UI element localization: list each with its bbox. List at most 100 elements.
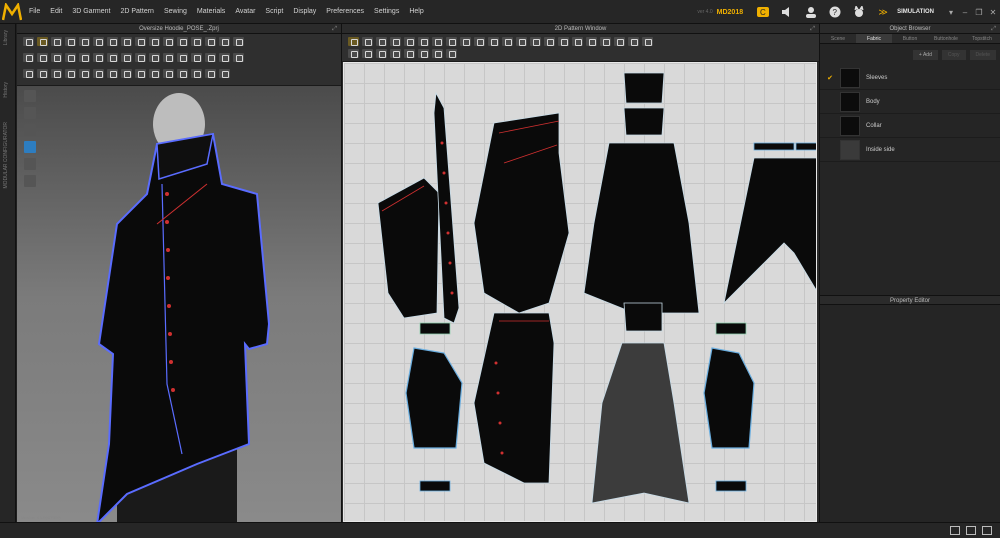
3d-garment-window[interactable]: Oversize Hoodie_POSE_.Zprj ⤢ Version: 4.…	[17, 24, 341, 522]
buttonhole-2d-icon[interactable]	[404, 49, 415, 58]
2d-window-title-bar: 2D Pattern Window ⤢	[342, 24, 819, 34]
expand-icon[interactable]: ⤢	[991, 24, 996, 34]
pattern-list-icon[interactable]	[642, 37, 653, 46]
edit-pattern-icon[interactable]	[362, 37, 373, 46]
simulation-mode-label[interactable]: SIMULATION	[897, 9, 934, 15]
left-tab-strip: Library History MODULAR CONFIGURATOR	[0, 24, 16, 522]
layout-split-icon[interactable]	[966, 526, 976, 535]
svg-text:?: ?	[833, 8, 838, 17]
pattern-piece-collar-band	[623, 107, 665, 136]
rectangle-icon[interactable]	[432, 37, 443, 46]
tab-library[interactable]: Library	[3, 30, 9, 45]
elastic-icon[interactable]	[432, 49, 443, 58]
menu-settings[interactable]: Settings	[369, 0, 404, 24]
internal-circle-icon[interactable]	[488, 37, 499, 46]
polygon-icon[interactable]	[418, 37, 429, 46]
fabric-list: ✔ Sleeves Body Collar Inside side	[820, 66, 1000, 162]
tab-button[interactable]: Button	[892, 34, 928, 43]
2d-pattern-window[interactable]: 2D Pattern Window ⤢	[341, 24, 819, 522]
svg-text:C: C	[760, 8, 766, 17]
menu-script[interactable]: Script	[260, 0, 288, 24]
tab-scene[interactable]: Scene	[820, 34, 856, 43]
fabric-swatch	[840, 67, 860, 88]
3d-status-text: Version: 4.1.0(r27000)	[21, 515, 61, 520]
menu-avatar[interactable]: Avatar	[230, 0, 260, 24]
add-point-icon[interactable]	[404, 37, 415, 46]
menu-3d-garment[interactable]: 3D Garment	[67, 0, 115, 24]
graphic-2d-icon[interactable]	[544, 37, 555, 46]
pattern-pieces[interactable]	[344, 63, 817, 522]
close-icon[interactable]: ✕	[986, 8, 1000, 17]
speaker-icon[interactable]	[781, 6, 793, 18]
menu-help[interactable]: Help	[404, 0, 428, 24]
2d-window-title: 2D Pattern Window	[554, 26, 607, 32]
edit-curve-point-icon[interactable]	[390, 37, 401, 46]
segment-icon[interactable]	[418, 49, 429, 58]
version-text: ver 4.0	[697, 9, 713, 15]
fabric-swatch	[840, 139, 860, 160]
list-item[interactable]: ✔ Sleeves	[820, 66, 1000, 90]
edit-curvature-icon[interactable]	[376, 37, 387, 46]
tab-buttonhole[interactable]: Buttonhole	[928, 34, 964, 43]
dropdown-arrow-icon[interactable]: ▾	[944, 8, 958, 17]
zipper-2d-icon[interactable]	[348, 49, 359, 58]
property-editor-title-bar: Property Editor	[820, 295, 1000, 305]
internal-rect-icon[interactable]	[474, 37, 485, 46]
list-item[interactable]: Collar	[820, 114, 1000, 138]
menu-edit[interactable]: Edit	[45, 0, 67, 24]
fold-arrange-icon[interactable]	[376, 49, 387, 58]
dart-icon[interactable]	[502, 37, 513, 46]
property-editor-title: Property Editor	[889, 298, 931, 304]
internal-polygon-icon[interactable]	[460, 37, 471, 46]
edit-texture-icon[interactable]	[530, 37, 541, 46]
expand-icon[interactable]: ⤢	[810, 24, 815, 34]
cat-icon[interactable]	[853, 6, 865, 18]
fabric-name: Sleeves	[866, 74, 888, 81]
currency-icon[interactable]: C	[757, 6, 770, 18]
simulation-icon[interactable]: ≫	[877, 6, 889, 18]
layout-2d-icon[interactable]	[982, 526, 992, 535]
pattern-piece-collar-top	[623, 72, 665, 104]
copy-fabric-button[interactable]: Copy	[941, 50, 966, 60]
pattern-piece-front-body	[473, 112, 570, 314]
2d-pattern-canvas[interactable]	[343, 62, 817, 522]
tab-history[interactable]: History	[3, 82, 9, 98]
button-2d-icon[interactable]	[390, 49, 401, 58]
tab-topstitch[interactable]: Topstitch	[964, 34, 1000, 43]
menu-display[interactable]: Display	[288, 0, 321, 24]
layout-3d-icon[interactable]	[950, 526, 960, 535]
coat-garment	[96, 132, 271, 522]
restore-icon[interactable]: ❐	[972, 8, 986, 17]
pattern-piece-strip-2	[795, 142, 816, 151]
tab-modular-configurator[interactable]: MODULAR CONFIGURATOR	[3, 122, 9, 188]
menu-materials[interactable]: Materials	[192, 0, 230, 24]
pattern-piece-sleeve-front	[377, 177, 440, 319]
menu-2d-pattern[interactable]: 2D Pattern	[115, 0, 158, 24]
tape-icon[interactable]	[446, 49, 457, 58]
fabric-swatch	[840, 115, 860, 136]
list-item[interactable]: Body	[820, 90, 1000, 114]
pleat-icon[interactable]	[362, 49, 373, 58]
pattern-piece-back-body	[583, 142, 700, 314]
menu-preferences[interactable]: Preferences	[321, 0, 369, 24]
tab-fabric[interactable]: Fabric	[856, 34, 892, 43]
menu-file[interactable]: File	[24, 0, 45, 24]
menu-sewing[interactable]: Sewing	[159, 0, 192, 24]
grid-icon[interactable]	[628, 37, 639, 46]
user-icon[interactable]	[805, 6, 817, 18]
transform-pattern-icon[interactable]	[348, 37, 359, 46]
add-fabric-button[interactable]: + Add	[912, 50, 938, 60]
delete-fabric-button[interactable]: Delete	[969, 50, 996, 60]
notch-icon[interactable]	[558, 37, 569, 46]
trace-2d-icon[interactable]	[516, 37, 527, 46]
topstitch-2d-icon[interactable]	[614, 37, 625, 46]
check-icon: ✔	[827, 74, 833, 82]
check-length-icon[interactable]	[600, 37, 611, 46]
help-icon[interactable]: ?	[829, 6, 841, 18]
seam-2d-icon[interactable]	[572, 37, 583, 46]
list-item[interactable]: Inside side	[820, 138, 1000, 162]
circle-icon[interactable]	[446, 37, 457, 46]
minimize-icon[interactable]: –	[958, 8, 972, 17]
free-seam-2d-icon[interactable]	[586, 37, 597, 46]
3d-viewport-avatar[interactable]	[17, 24, 341, 522]
